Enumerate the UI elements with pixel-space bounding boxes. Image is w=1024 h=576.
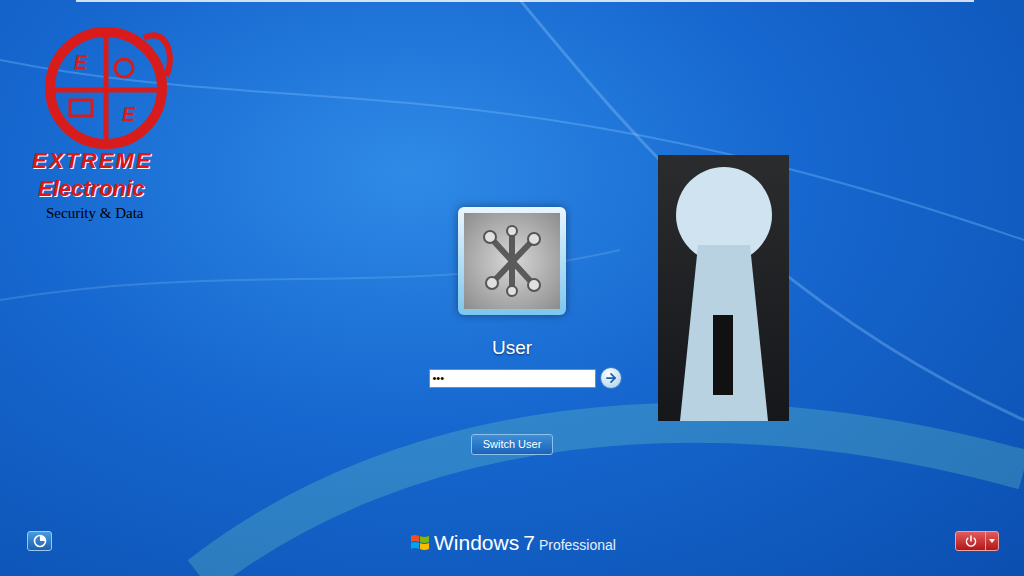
top-line bbox=[76, 0, 974, 2]
jacks-icon bbox=[472, 221, 552, 301]
windows-edition: Professional bbox=[539, 534, 616, 556]
ease-of-access-button[interactable] bbox=[27, 531, 52, 551]
login-panel: User ••• Switch User bbox=[0, 207, 1024, 455]
dropdown-arrow-icon bbox=[986, 537, 998, 545]
password-row: ••• bbox=[429, 367, 622, 389]
logo-ring-icon bbox=[26, 16, 186, 156]
company-logo: E E EXTREME Electronic Security & Data bbox=[26, 16, 196, 230]
switch-user-button[interactable]: Switch User bbox=[471, 434, 554, 455]
power-icon bbox=[965, 535, 977, 547]
power-button[interactable] bbox=[955, 531, 999, 551]
user-tile[interactable] bbox=[458, 207, 566, 315]
windows-flag-icon bbox=[410, 533, 430, 553]
logo-letter: E bbox=[122, 104, 135, 124]
logo-sub: Electronic bbox=[38, 178, 144, 200]
login-screen: E E EXTREME Electronic Security & Data User ••… bbox=[0, 0, 1024, 576]
submit-button[interactable] bbox=[600, 367, 622, 389]
password-field[interactable]: ••• bbox=[429, 369, 596, 388]
keyhole-photo bbox=[658, 155, 789, 421]
ease-of-access-icon bbox=[33, 534, 47, 548]
logo-tagline: Security & Data bbox=[46, 206, 143, 221]
user-name: User bbox=[492, 335, 532, 361]
arrow-right-icon bbox=[604, 371, 618, 385]
keyhole-icon bbox=[658, 155, 789, 421]
logo-brand: EXTREME bbox=[32, 150, 152, 172]
windows-word: Windows bbox=[434, 530, 519, 556]
logo-letter: E bbox=[74, 52, 87, 72]
windows-version: 7 bbox=[523, 530, 535, 556]
windows-branding: Windows7Professional bbox=[410, 530, 616, 556]
